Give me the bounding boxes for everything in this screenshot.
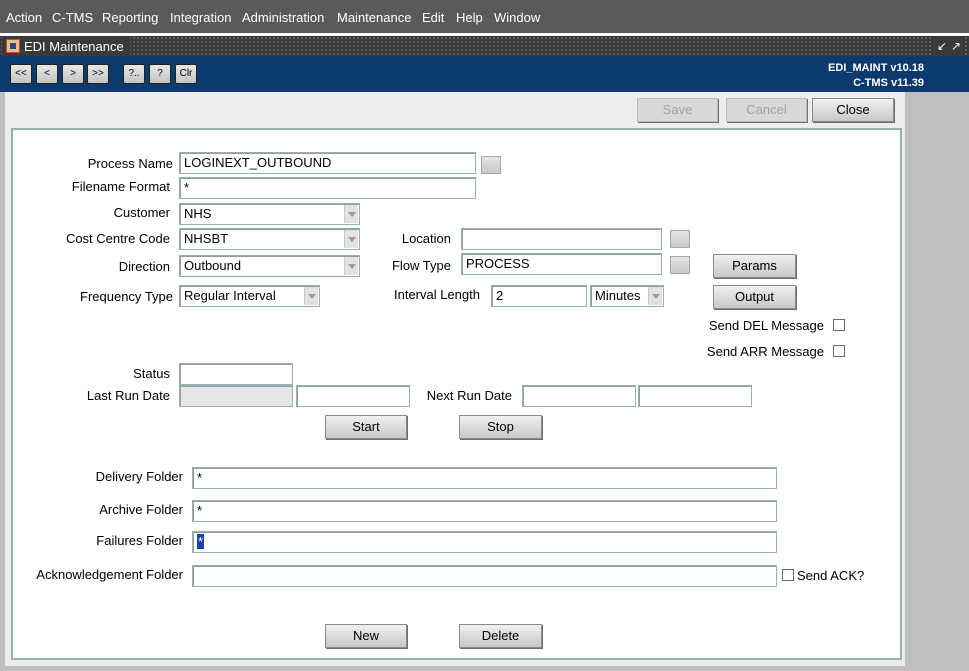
- window-title: EDI Maintenance: [24, 38, 124, 54]
- toolbar: [0, 56, 969, 92]
- process-name-lov-button[interactable]: [481, 156, 501, 174]
- interval-length-field[interactable]: 2: [491, 285, 587, 307]
- filename-format-label: Filename Format: [71, 179, 170, 194]
- menu-ctms[interactable]: C-TMS: [52, 10, 93, 25]
- save-button[interactable]: Save: [637, 98, 718, 122]
- interval-unit-value: Minutes: [595, 288, 641, 303]
- process-name-field[interactable]: LOGINEXT_OUTBOUND: [179, 152, 476, 174]
- previous-record-button[interactable]: <: [36, 64, 58, 84]
- new-button[interactable]: New: [325, 624, 407, 648]
- execute-query-button[interactable]: ?: [149, 64, 171, 84]
- delivery-folder-field[interactable]: *: [192, 467, 777, 489]
- customer-select[interactable]: NHS: [179, 203, 360, 225]
- start-button[interactable]: Start: [325, 415, 407, 439]
- flow-type-label: Flow Type: [391, 258, 451, 273]
- delete-button[interactable]: Delete: [459, 624, 542, 648]
- ack-folder-label: Acknowledgement Folder: [36, 567, 183, 582]
- location-field[interactable]: [461, 228, 662, 250]
- send-arr-checkbox[interactable]: [833, 345, 845, 357]
- menu-integration[interactable]: Integration: [170, 10, 231, 25]
- enter-query-button[interactable]: ?..: [123, 64, 145, 84]
- cost-centre-select[interactable]: NHSBT: [179, 228, 360, 250]
- menu-administration[interactable]: Administration: [242, 10, 324, 25]
- menu-edit[interactable]: Edit: [422, 10, 444, 25]
- frequency-type-select[interactable]: Regular Interval: [179, 285, 320, 307]
- app-form-icon: [6, 39, 20, 53]
- direction-label: Direction: [118, 259, 170, 274]
- output-button[interactable]: Output: [713, 285, 796, 309]
- cost-centre-label: Cost Centre Code: [65, 231, 170, 246]
- send-del-label: Send DEL Message: [708, 318, 824, 333]
- stop-button[interactable]: Stop: [459, 415, 542, 439]
- interval-length-label: Interval Length: [393, 287, 480, 302]
- filename-format-field[interactable]: *: [179, 177, 476, 199]
- archive-folder-field[interactable]: *: [192, 500, 777, 522]
- window-title-bar: [0, 36, 969, 56]
- send-arr-label: Send ARR Message: [706, 344, 824, 359]
- archive-folder-label: Archive Folder: [99, 502, 183, 517]
- menu-action[interactable]: Action: [6, 10, 42, 25]
- send-ack-label: Send ACK?: [797, 568, 865, 583]
- flow-type-field[interactable]: PROCESS: [461, 253, 662, 275]
- frame-border: [0, 666, 969, 671]
- params-button[interactable]: Params: [713, 254, 796, 278]
- first-record-button[interactable]: <<: [10, 64, 32, 84]
- next-record-button[interactable]: >: [62, 64, 84, 84]
- next-run-date-field[interactable]: [522, 385, 636, 407]
- next-run-time-field[interactable]: [638, 385, 752, 407]
- maximize-icon[interactable]: ↗: [951, 39, 961, 53]
- minimize-icon[interactable]: ↙: [937, 39, 947, 53]
- failures-folder-label: Failures Folder: [96, 533, 183, 548]
- clear-button[interactable]: Clr: [175, 64, 197, 84]
- customer-value: NHS: [184, 206, 212, 221]
- location-label: Location: [401, 231, 451, 246]
- close-button[interactable]: Close: [812, 98, 894, 122]
- app-version: C-TMS v11.39: [853, 77, 924, 89]
- cancel-button[interactable]: Cancel: [726, 98, 807, 122]
- frame-border: [905, 92, 969, 671]
- chevron-down-icon[interactable]: [304, 287, 318, 305]
- ack-folder-field[interactable]: [192, 565, 777, 587]
- direction-value: Outbound: [184, 258, 242, 273]
- last-run-time-field[interactable]: [296, 385, 410, 407]
- status-field[interactable]: [179, 363, 293, 385]
- frequency-type-value: Regular Interval: [184, 288, 276, 303]
- form-version: EDI_MAINT v10.18: [828, 62, 924, 74]
- last-run-date-field: [179, 385, 293, 407]
- menu-reporting[interactable]: Reporting: [102, 10, 158, 25]
- cost-centre-value: NHSBT: [184, 231, 229, 246]
- last-record-button[interactable]: >>: [87, 64, 109, 84]
- chevron-down-icon[interactable]: [344, 230, 358, 248]
- send-del-checkbox[interactable]: [833, 319, 845, 331]
- direction-select[interactable]: Outbound: [179, 255, 360, 277]
- failures-folder-field[interactable]: *: [192, 531, 777, 553]
- menu-window[interactable]: Window: [494, 10, 540, 25]
- window-title-group: EDI Maintenance: [2, 36, 130, 56]
- frequency-type-label: Frequency Type: [80, 289, 173, 304]
- flow-type-lov-button[interactable]: [670, 256, 690, 274]
- chevron-down-icon[interactable]: [344, 257, 358, 275]
- status-label: Status: [133, 366, 170, 381]
- location-lov-button[interactable]: [670, 230, 690, 248]
- chevron-down-icon[interactable]: [648, 287, 662, 305]
- failures-folder-value: *: [197, 534, 205, 549]
- send-ack-checkbox[interactable]: [782, 569, 794, 581]
- chevron-down-icon[interactable]: [344, 205, 358, 223]
- menu-bar: Action C-TMS Reporting Integration Admin…: [0, 0, 969, 33]
- customer-label: Customer: [113, 205, 170, 220]
- process-name-label: Process Name: [87, 156, 173, 171]
- next-run-date-label: Next Run Date: [426, 388, 512, 403]
- delivery-folder-label: Delivery Folder: [95, 469, 183, 484]
- last-run-date-label: Last Run Date: [86, 388, 170, 403]
- frame-border: [0, 92, 5, 671]
- window-controls: ↙ ↗: [932, 36, 965, 56]
- menu-maintenance[interactable]: Maintenance: [337, 10, 411, 25]
- menu-help[interactable]: Help: [456, 10, 483, 25]
